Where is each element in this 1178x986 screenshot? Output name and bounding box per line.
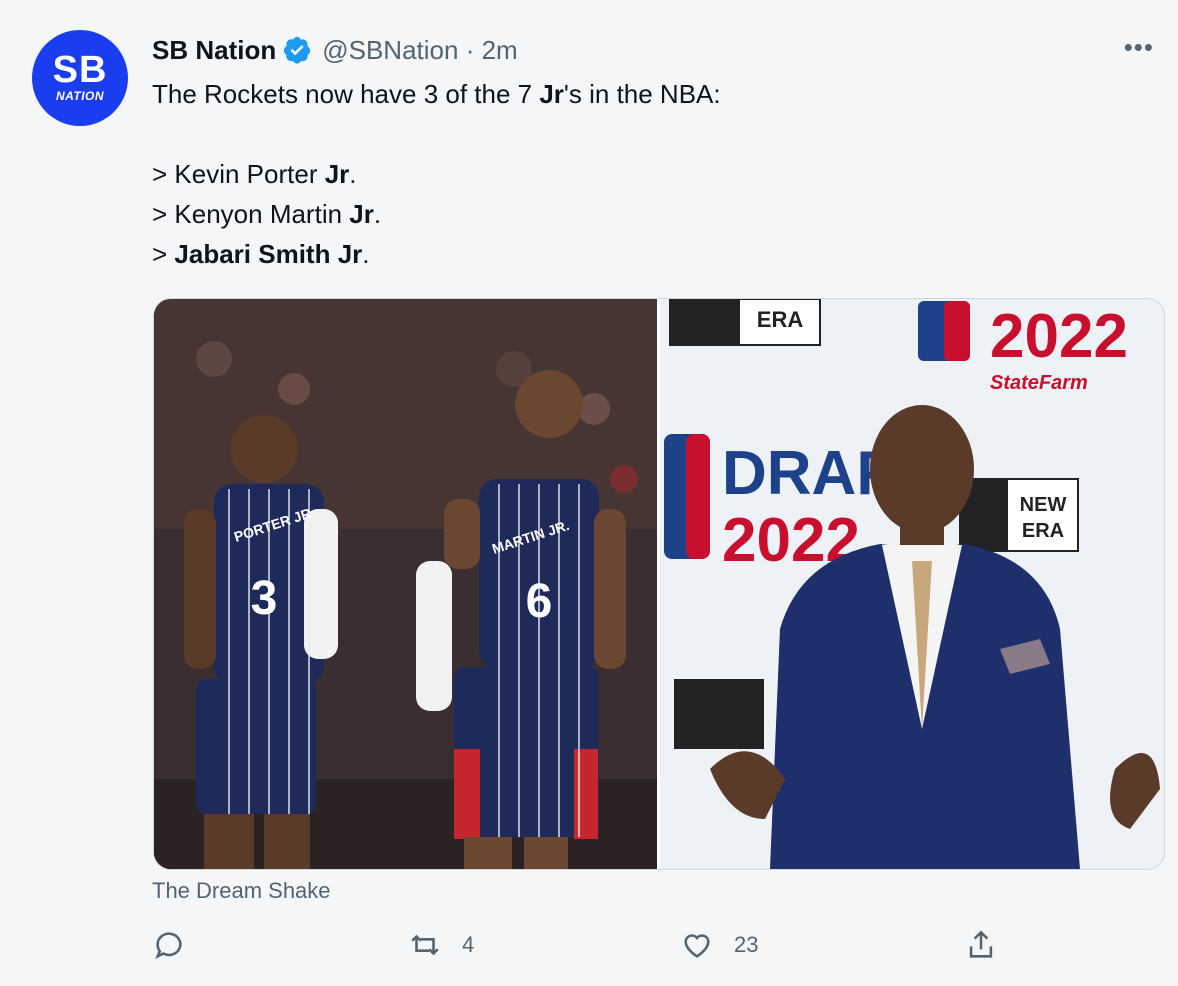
new-era-logo-text-top: ERA [757, 307, 804, 332]
reply-button[interactable] [152, 928, 206, 962]
new-era-text-1: NEW [1020, 494, 1067, 516]
like-count: 23 [734, 932, 759, 957]
tweet-item-1: > Kevin Porter Jr. [152, 159, 357, 189]
tweet-item-3: > Jabari Smith Jr. [152, 239, 370, 269]
author-name[interactable]: SB Nation [152, 35, 276, 66]
avatar[interactable]: SB NATION [32, 30, 128, 126]
tweet-media[interactable]: PORTER JR. 3 MARTIN JR. 6 ERA 2022 State… [153, 298, 1165, 870]
tweet-line-1: The Rockets now have 3 of the 7 Jr's in … [152, 79, 721, 109]
tweet-card[interactable]: SB NATION SB Nation @SBNation · 2m ••• T… [0, 0, 1178, 986]
more-options-icon[interactable]: ••• [1124, 32, 1154, 63]
media-source-label[interactable]: The Dream Shake [152, 878, 331, 904]
retweet-icon [411, 934, 439, 956]
tweet-actions: 4 23 [152, 928, 1012, 980]
jersey-number-martin: 6 [526, 575, 553, 628]
draft-year-top: 2022 [990, 302, 1128, 371]
rockets-players-illustration: PORTER JR. 3 MARTIN JR. 6 [154, 299, 657, 869]
new-era-text-2: ERA [1022, 520, 1064, 542]
like-button[interactable]: 23 [680, 928, 758, 962]
author-handle-time[interactable]: @SBNation · 2m [322, 35, 517, 66]
retweet-button[interactable]: 4 [408, 928, 474, 962]
draft-backdrop-illustration: ERA 2022 StateFarm DRAFT 2022 NEW ERA [660, 299, 1164, 869]
retweet-count: 4 [462, 932, 475, 957]
jersey-number-porter: 3 [251, 572, 278, 625]
tweet-text: The Rockets now have 3 of the 7 Jr's in … [152, 74, 1132, 274]
reply-icon [155, 932, 182, 960]
share-icon [969, 930, 993, 958]
rockets-players-photo[interactable]: PORTER JR. 3 MARTIN JR. 6 [154, 299, 657, 869]
avatar-text-top: SB [52, 49, 108, 91]
heart-icon [684, 934, 710, 958]
avatar-text-bottom: NATION [55, 89, 105, 103]
tweet-item-2: > Kenyon Martin Jr. [152, 199, 382, 229]
share-button[interactable] [964, 928, 998, 962]
jabari-smith-photo[interactable]: ERA 2022 StateFarm DRAFT 2022 NEW ERA [657, 299, 1164, 869]
tweet-header: SB Nation @SBNation · 2m [152, 32, 518, 68]
verified-badge-icon [284, 36, 311, 64]
sponsor-text: StateFarm [990, 372, 1088, 394]
